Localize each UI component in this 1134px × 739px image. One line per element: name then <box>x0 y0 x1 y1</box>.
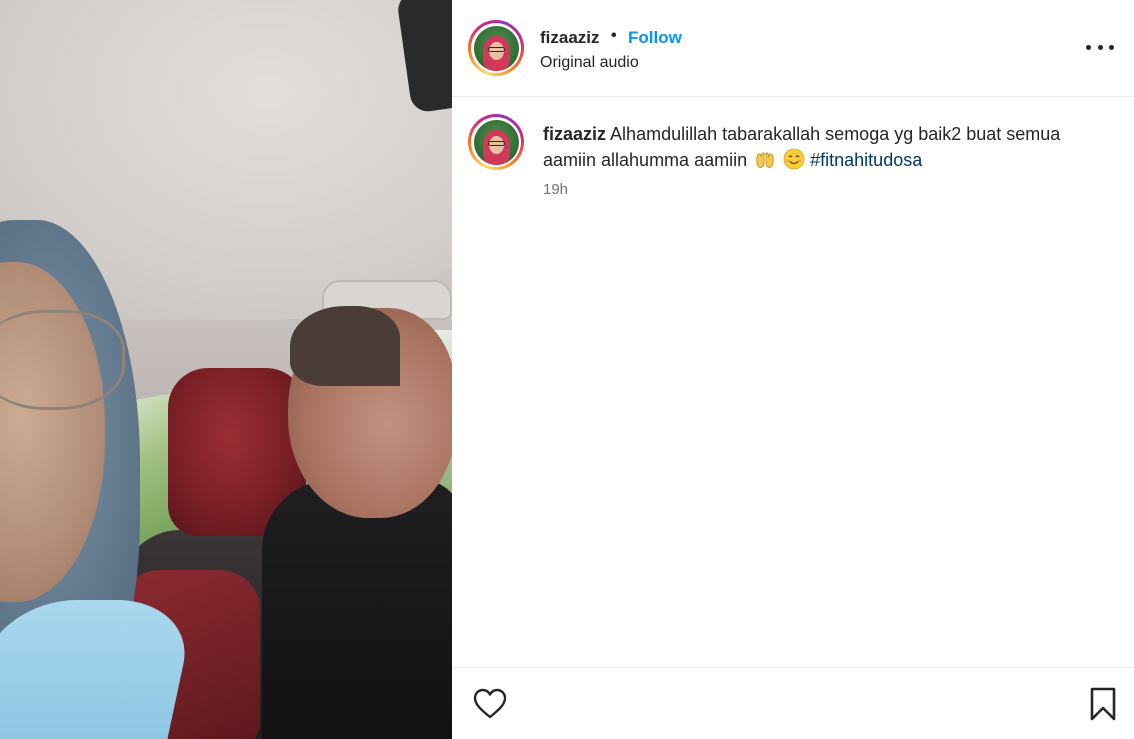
follow-button[interactable]: Follow <box>628 28 682 48</box>
heart-icon[interactable] <box>472 686 508 722</box>
avatar-glasses <box>487 140 505 146</box>
more-horizontal-icon[interactable] <box>1086 36 1114 58</box>
bookmark-icon[interactable] <box>1086 686 1120 722</box>
driver-body <box>262 480 452 739</box>
caption-text-block: fizaaziz Alhamdulillah tabarakallah semo… <box>543 121 1113 173</box>
post-timestamp[interactable]: 19h <box>543 181 568 198</box>
avatar-border <box>471 117 521 167</box>
profile-avatar[interactable] <box>468 20 524 76</box>
passenger-collar <box>0 600 198 739</box>
post-header: fizaaziz • Follow Original audio <box>452 0 1134 97</box>
audio-label[interactable]: Original audio <box>540 54 639 72</box>
more-dot <box>1109 44 1114 50</box>
separator-dot: • <box>611 27 617 44</box>
post-media-video[interactable] <box>0 0 452 739</box>
avatar-border <box>471 23 521 73</box>
more-dot <box>1086 44 1091 50</box>
action-bar <box>452 667 1134 739</box>
open-hands-emoji <box>756 152 774 168</box>
hashtag-link[interactable]: #fitnahitudosa <box>810 150 922 170</box>
avatar-image <box>473 119 519 165</box>
avatar-glasses <box>487 46 505 52</box>
avatar-image <box>473 25 519 71</box>
smiling-face-emoji <box>783 148 805 170</box>
post-details-panel: fizaaziz • Follow Original audio fizaazi… <box>452 0 1134 739</box>
more-dot <box>1097 44 1103 50</box>
driver-hair <box>290 306 400 386</box>
passenger-glasses <box>0 310 125 410</box>
caption-username[interactable]: fizaaziz <box>543 124 606 144</box>
caption-avatar[interactable] <box>468 114 524 170</box>
post-username[interactable]: fizaaziz <box>540 28 600 48</box>
